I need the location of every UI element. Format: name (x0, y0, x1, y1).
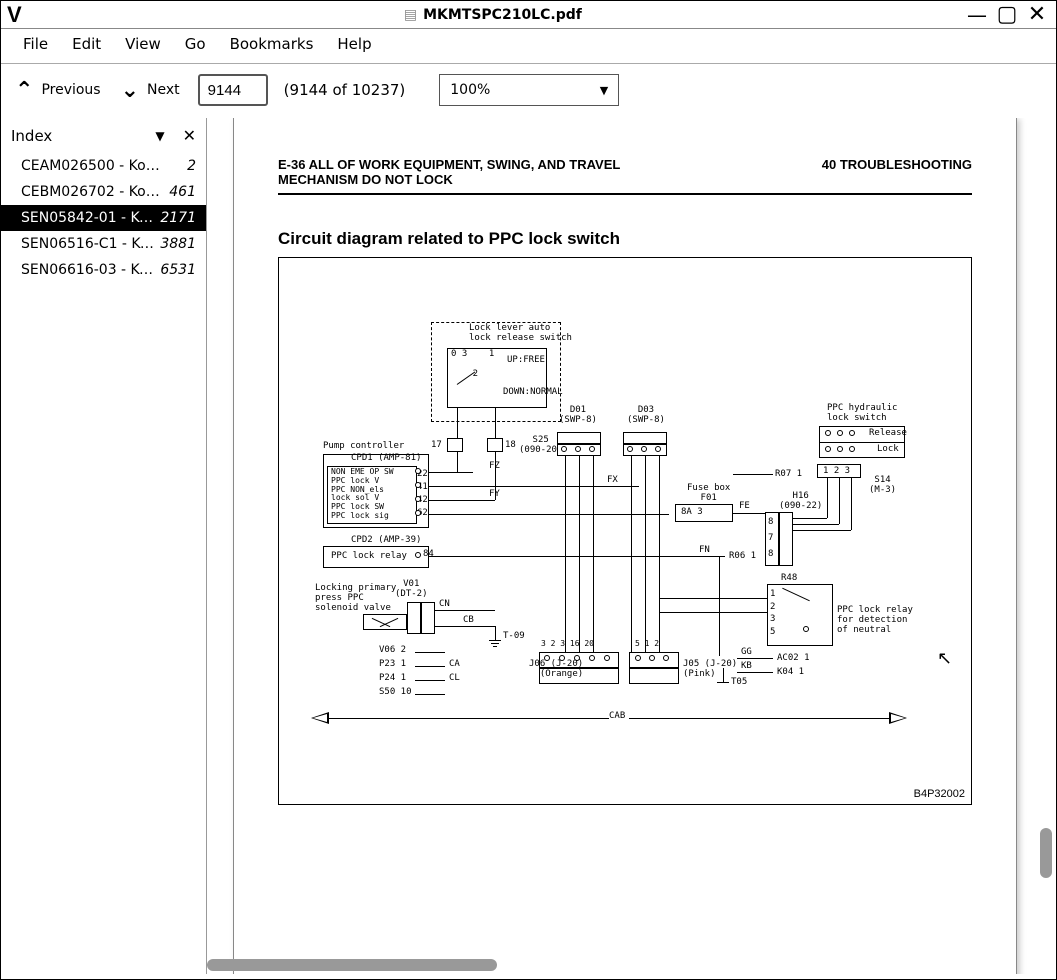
pdf-page: E-36 ALL OF WORK EQUIPMENT, SWING, AND T… (233, 118, 1017, 974)
menu-help[interactable]: Help (329, 33, 379, 55)
menu-go[interactable]: Go (177, 33, 214, 55)
label-fx: FX (607, 476, 618, 486)
label-cab: CAB (609, 712, 625, 722)
j06-pins: 3 2 3 16 20 (541, 640, 594, 649)
r48-pins: 1 2 3 5 (770, 588, 775, 638)
label-v06: V06 2 (379, 646, 406, 656)
label-v01: V01 (DT-2) (395, 580, 428, 600)
cpd2-pin: 84 (423, 550, 434, 560)
label-pump-controller: Pump controller (323, 442, 404, 452)
menu-file[interactable]: File (15, 33, 56, 55)
sidebar-header: Index ▼ ✕ (1, 118, 206, 153)
label-ac02: AC02 1 (777, 654, 810, 664)
label-up-free: UP:FREE (507, 356, 545, 366)
label-s14: S14 (M-3) (869, 476, 896, 496)
label-lock-primary: Locking primary press PPC solenoid valve (315, 584, 396, 614)
label-fn: FN (699, 546, 710, 556)
label-s25: S25 (090-20) (519, 436, 562, 456)
label-ppc-hydraulic: PPC hydraulic lock switch (827, 404, 897, 424)
label-ppc-relay: PPC lock relay for detection of neutral (837, 606, 913, 636)
label-cb: CB (463, 616, 474, 626)
sidebar-dropdown-icon[interactable]: ▼ (155, 129, 164, 143)
index-item[interactable]: CEAM026500 - Ko…2 (1, 153, 206, 179)
chevron-up-icon: ⌃ (15, 78, 33, 103)
h16-pins: 8 7 8 (768, 514, 773, 563)
label-r48: R48 (781, 574, 797, 584)
label-p23: P23 1 (379, 660, 406, 670)
menu-bookmarks[interactable]: Bookmarks (222, 33, 322, 55)
sidebar-title: Index (11, 127, 52, 145)
document-viewer[interactable]: E-36 ALL OF WORK EQUIPMENT, SWING, AND T… (207, 118, 1056, 974)
label-p24: P24 1 (379, 674, 406, 684)
menu-view[interactable]: View (117, 33, 169, 55)
label-t05: T05 (731, 678, 747, 688)
label-gg: GG (741, 648, 752, 658)
label-lock-lever: Lock lever auto lock release switch (469, 324, 572, 344)
label-r06: R06 1 (729, 552, 756, 562)
label-cl: CL (449, 674, 460, 684)
cpd2-signal: PPC lock relay (331, 552, 407, 562)
label-h16: H16 (090-22) (779, 492, 822, 512)
menu-edit[interactable]: Edit (64, 33, 109, 55)
label-release: Release (869, 429, 907, 439)
header-left: E-36 ALL OF WORK EQUIPMENT, SWING, AND T… (278, 157, 698, 187)
label-s50: S50 10 (379, 688, 412, 698)
label-kb: KB (741, 662, 752, 672)
label-d03: D03 (SWP-8) (627, 406, 665, 426)
label-k04: K04 1 (777, 668, 804, 678)
diagram-id: B4P32002 (914, 788, 965, 800)
section-title: Circuit diagram related to PPC lock swit… (278, 229, 972, 249)
label-j05: J05 (J-20) (Pink) (683, 660, 737, 680)
switch-nodes: 0 3 1 2 (451, 350, 494, 380)
main-area: Index ▼ ✕ CEAM026500 - Ko…2 CEBM026702 -… (1, 118, 1056, 974)
label-ca: CA (449, 660, 460, 670)
close-button[interactable]: ✕ (1024, 3, 1050, 27)
page-number-input[interactable] (198, 74, 268, 106)
page-count-label: (9144 of 10237) (284, 81, 406, 99)
label-d01: D01 (SWP-8) (559, 406, 597, 426)
next-label: Next (147, 82, 180, 98)
label-j06: J06 (J-20) (Orange) (529, 660, 583, 680)
zoom-value: 100% (450, 82, 490, 98)
circuit-diagram: Lock lever auto lock release switch 0 3 … (278, 257, 972, 805)
label-fe: FE (739, 502, 750, 512)
zoom-select[interactable]: 100% ▼ (439, 74, 619, 106)
toolbar: ⌃ Previous ⌄ Next (9144 of 10237) 100% ▼ (1, 64, 1056, 118)
doc-icon: ▤ (404, 7, 417, 23)
label-r07: R07 1 (775, 470, 802, 480)
index-list: CEAM026500 - Ko…2 CEBM026702 - Ko…461 SE… (1, 153, 206, 974)
label-fuse-box: Fuse box F01 (687, 484, 730, 504)
sidebar: Index ▼ ✕ CEAM026500 - Ko…2 CEBM026702 -… (1, 118, 207, 974)
sidebar-close-icon[interactable]: ✕ (183, 126, 196, 145)
vertical-scrollbar[interactable] (1038, 118, 1054, 974)
page-header: E-36 ALL OF WORK EQUIPMENT, SWING, AND T… (278, 157, 972, 195)
chevron-down-icon: ▼ (600, 84, 608, 97)
doc-title: MKMTSPC210LC.pdf (423, 7, 582, 23)
fuse-pins: 8A 3 (681, 508, 703, 518)
horizontal-scrollbar[interactable] (207, 958, 1056, 972)
label-lock: Lock (877, 445, 899, 455)
j05-pins: 5 1 2 (635, 640, 659, 649)
label-cpd2: CPD2 (AMP-39) (351, 536, 421, 546)
label-down-normal: DOWN:NORMAL (503, 388, 563, 398)
s14-pins: 1 2 3 (823, 467, 850, 477)
index-item[interactable]: SEN06516-C1 - Ko…3881 (1, 231, 206, 257)
index-item[interactable]: SEN06616-03 - Ko…6531 (1, 257, 206, 283)
maximize-button[interactable]: ▢ (994, 3, 1020, 27)
label-cn: CN (439, 600, 450, 610)
app-icon: V (7, 2, 22, 28)
menubar: File Edit View Go Bookmarks Help (1, 29, 1056, 64)
chevron-down-icon: ⌄ (121, 78, 139, 103)
index-item[interactable]: CEBM026702 - Ko…461 (1, 179, 206, 205)
index-item[interactable]: SEN05842-01 - Ko…2171 (1, 205, 206, 231)
cpd1-signals: NON EME OP SW PPC lock V PPC NON_els loc… (331, 468, 394, 521)
prev-label: Previous (41, 82, 100, 98)
next-button[interactable]: ⌄ Next (121, 78, 180, 103)
label-cpd1: CPD1 (AMP-81) (351, 454, 421, 464)
titlebar: V ▤ MKMTSPC210LC.pdf — ▢ ✕ (1, 1, 1056, 29)
prev-button[interactable]: ⌃ Previous (15, 78, 101, 103)
minimize-button[interactable]: — (964, 3, 990, 27)
header-right: 40 TROUBLESHOOTING (822, 157, 972, 187)
label-t09: T-09 (503, 632, 525, 642)
